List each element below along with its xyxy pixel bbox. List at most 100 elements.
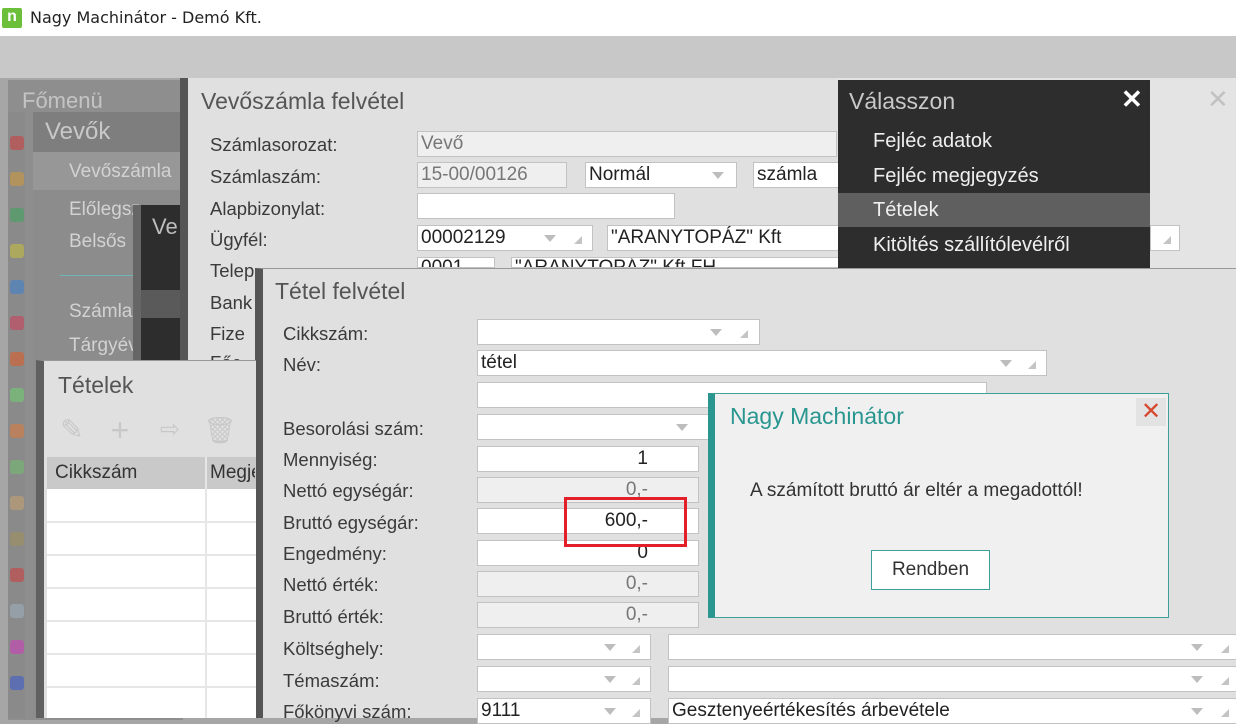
- menu-item-fill-from-delivery-note[interactable]: Kitöltés szállítólevélről: [838, 228, 1150, 262]
- column-header-item-code[interactable]: Cikkszám: [55, 462, 137, 484]
- trash-icon[interactable]: 🗑: [202, 412, 238, 448]
- topic-number-select[interactable]: [477, 666, 651, 692]
- module-icon[interactable]: [10, 496, 24, 510]
- module-icon[interactable]: [10, 244, 24, 258]
- resize-grip-icon: [632, 709, 640, 717]
- module-icon[interactable]: [10, 424, 24, 438]
- item-name-select[interactable]: tétel: [477, 350, 1047, 376]
- module-icon[interactable]: [10, 676, 24, 690]
- close-icon[interactable]: ✕: [1121, 84, 1143, 115]
- pencil-icon[interactable]: ✎: [54, 412, 90, 448]
- module-icon[interactable]: [10, 568, 24, 582]
- module-icon[interactable]: [10, 388, 24, 402]
- chevron-down-icon: [604, 708, 616, 715]
- topic-name-select[interactable]: [668, 666, 1236, 692]
- label: Témaszám:: [283, 670, 380, 691]
- ok-button[interactable]: Rendben: [871, 550, 990, 590]
- customer-name-field[interactable]: "ARANYTOPÁZ" Kft: [607, 225, 847, 251]
- net-value-field[interactable]: 0,-: [477, 571, 699, 597]
- label: Számlasorozat:: [210, 134, 338, 155]
- gross-value-field[interactable]: 0,-: [477, 602, 699, 628]
- select-value: tétel: [481, 352, 517, 373]
- close-icon[interactable]: ✕: [1136, 398, 1166, 426]
- resize-grip-icon: [632, 677, 640, 685]
- label: Telephely:: [210, 260, 255, 281]
- menu-item-header-note[interactable]: Fejléc megjegyzés: [838, 159, 1150, 193]
- table-row: [47, 686, 256, 688]
- invoice-number-field[interactable]: 15-00/00126: [417, 162, 567, 188]
- highlight-box: [564, 497, 687, 547]
- column-header-note[interactable]: Megjegyzés: [210, 462, 255, 484]
- resize-grip-icon: [574, 236, 582, 244]
- dark-popup-selected: [141, 290, 183, 318]
- site-name-field[interactable]: "ARANYTOPÁZ" Kft FH: [511, 257, 841, 268]
- resize-grip-icon: [1028, 361, 1036, 369]
- items-panel-title: Tételek: [58, 372, 134, 398]
- module-icon[interactable]: [10, 280, 24, 294]
- menu-item-header-data[interactable]: Fejléc adatok: [838, 124, 1150, 158]
- resize-grip-icon: [1221, 709, 1229, 717]
- quantity-field[interactable]: 1: [477, 446, 699, 472]
- table-row: [47, 620, 256, 622]
- select-value: Normál: [589, 164, 651, 185]
- items-table-body: [47, 489, 256, 718]
- submenu-item[interactable]: Számla: [69, 301, 133, 323]
- plus-icon[interactable]: +: [102, 412, 138, 448]
- label: Engedmény:: [283, 543, 387, 564]
- chevron-down-icon: [1191, 676, 1203, 683]
- chevron-down-icon: [604, 644, 616, 651]
- label: Bank: [210, 292, 253, 313]
- module-icon[interactable]: [10, 532, 24, 546]
- cost-center-select[interactable]: [477, 634, 651, 660]
- ledger-name-select[interactable]: Gesztenyeértékesítés árbevétele: [668, 698, 1236, 724]
- module-icon[interactable]: [10, 316, 24, 330]
- choose-menu-title: Válasszon: [849, 88, 956, 114]
- dark-popup-title: Ve: [152, 214, 178, 239]
- label: Főe: [210, 352, 242, 360]
- base-document-field[interactable]: [417, 193, 675, 219]
- submenu-item[interactable]: Tárgyév: [69, 335, 133, 357]
- module-icon[interactable]: [10, 208, 24, 222]
- series-field[interactable]: Vevő: [417, 131, 837, 157]
- table-row: [47, 587, 256, 589]
- close-icon[interactable]: ✕: [1207, 84, 1229, 115]
- invoice-kind-select[interactable]: számla: [753, 162, 843, 188]
- ledger-number-select[interactable]: 9111: [477, 698, 651, 724]
- label: Bruttó érték:: [283, 606, 384, 627]
- dialog-title: Nagy Machinátor: [730, 403, 904, 429]
- module-icon[interactable]: [10, 460, 24, 474]
- sidebar-icon-column: [8, 112, 25, 718]
- dialog-message: A számított bruttó ár eltér a megadottól…: [750, 480, 1083, 501]
- submenu-item[interactable]: Vevőszámla: [69, 161, 183, 183]
- classification-select[interactable]: [477, 414, 717, 440]
- site-code-field[interactable]: 0001: [417, 257, 495, 268]
- customer-code-select[interactable]: 00002129: [417, 225, 593, 251]
- module-icon[interactable]: [10, 172, 24, 186]
- resize-grip-icon: [1221, 645, 1229, 653]
- resize-grip-icon: [1163, 236, 1171, 244]
- chevron-down-icon: [712, 172, 724, 179]
- label: Számlaszám:: [210, 166, 322, 187]
- import-icon[interactable]: ⇨: [152, 412, 188, 448]
- chevron-down-icon: [710, 329, 722, 336]
- label: Fize: [210, 323, 245, 344]
- item-code-select[interactable]: [477, 319, 760, 345]
- module-icon[interactable]: [10, 136, 24, 150]
- module-icon[interactable]: [10, 604, 24, 618]
- resize-grip-icon: [632, 645, 640, 653]
- chevron-down-icon: [1191, 708, 1203, 715]
- invoice-type-select[interactable]: Normál: [585, 162, 737, 188]
- submenu-item[interactable]: Belsős: [69, 231, 133, 253]
- table-row: [47, 653, 256, 655]
- main-menu-title[interactable]: Főmenü: [22, 88, 103, 114]
- window-title: Nagy Machinátor - Demó Kft.: [30, 8, 262, 27]
- cost-center-name-select[interactable]: [668, 634, 1236, 660]
- module-icon[interactable]: [10, 640, 24, 654]
- resize-grip-icon: [740, 330, 748, 338]
- submenu-item[interactable]: Előlegszámla: [69, 199, 139, 221]
- label: Bruttó egységár:: [283, 512, 419, 533]
- label: Ügyfél:: [210, 229, 268, 250]
- field-fragment[interactable]: [1150, 225, 1180, 251]
- menu-item-items[interactable]: Tételek: [838, 193, 1150, 227]
- module-icon[interactable]: [10, 352, 24, 366]
